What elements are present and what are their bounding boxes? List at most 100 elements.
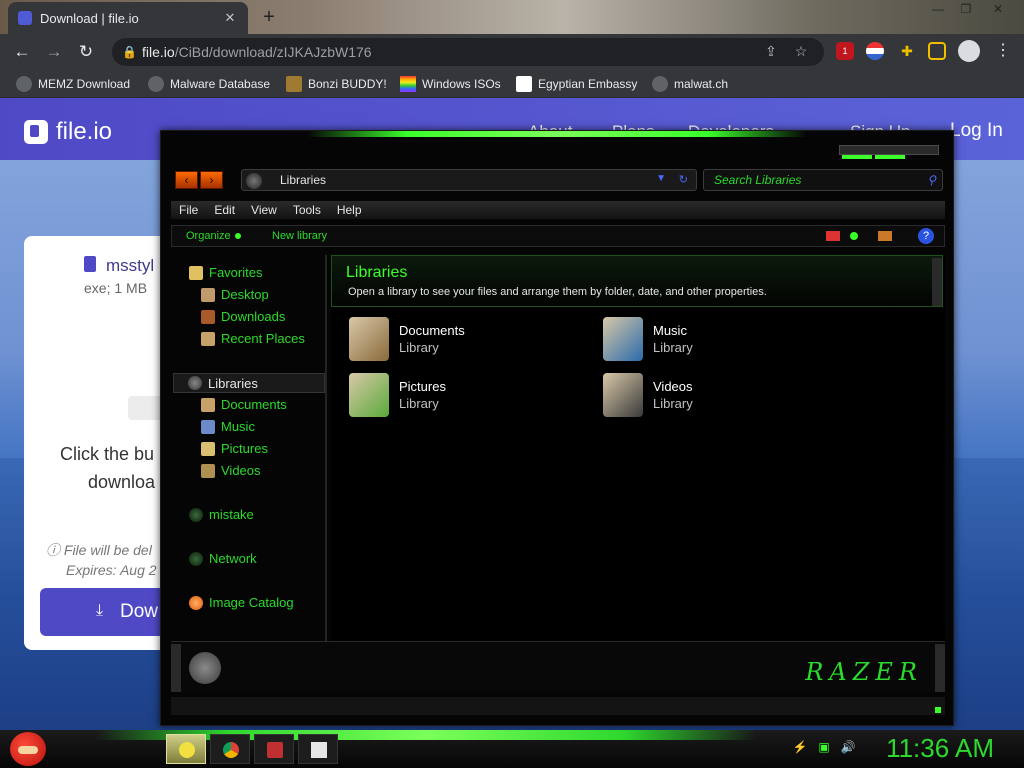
view-options-icon[interactable] (826, 231, 840, 241)
navigation-pane: Favorites Desktop Downloads Recent Place… (171, 255, 327, 645)
menu-edit[interactable]: Edit (206, 201, 243, 219)
nav-label: Recent Places (221, 331, 305, 346)
dropdown-icon[interactable]: ▼ (656, 173, 666, 184)
library-documents[interactable]: Documents Library (349, 317, 589, 363)
info-icon: ⓘ (46, 542, 64, 558)
nav-image-catalog[interactable]: Image Catalog (189, 595, 294, 610)
nav-music[interactable]: Music (201, 419, 255, 434)
browser-tab[interactable]: Download | file.io ✕ (8, 2, 248, 34)
explorer-back-button[interactable]: ‹ (175, 171, 198, 189)
puzzle-extensions-icon[interactable]: ✚ (898, 42, 916, 60)
tab-close-icon[interactable]: ✕ (222, 10, 238, 26)
taskbar-7zip[interactable] (298, 734, 338, 764)
bookmark-label: Windows ISOs (422, 77, 501, 91)
nav-label: Downloads (221, 309, 286, 324)
explorer-nav-buttons: ‹ › (175, 171, 225, 189)
library-name: Pictures (399, 379, 446, 394)
new-tab-button[interactable]: + (258, 6, 280, 28)
menu-file[interactable]: File (171, 201, 206, 219)
url-host: file.io (142, 44, 175, 60)
view-dropdown-icon[interactable] (850, 232, 858, 240)
explorer-search-input[interactable]: Search Libraries ⚲ (703, 169, 943, 191)
nav-videos[interactable]: Videos (201, 463, 261, 478)
menu-view[interactable]: View (243, 201, 285, 219)
details-pane: RAZER (171, 641, 945, 693)
chrome-menu-icon[interactable]: ⋮ (994, 42, 1012, 60)
start-button-angry-bird-icon[interactable] (10, 732, 46, 766)
share-icon[interactable]: ⇪ (762, 43, 780, 60)
search-icon[interactable]: ⚲ (927, 173, 936, 187)
nav-favorites[interactable]: Favorites (189, 265, 262, 280)
resize-grip-icon[interactable] (935, 707, 941, 713)
library-pictures[interactable]: Pictures Library (349, 373, 589, 419)
expiry-line: Expires: Aug 2 (66, 562, 157, 578)
browser-tabstrip: Download | file.io ✕ + — ❐ ✕ (0, 0, 1024, 34)
library-music[interactable]: Music Library (603, 317, 843, 363)
forward-button[interactable]: → (42, 40, 66, 64)
reload-button[interactable]: ↻ (74, 40, 98, 64)
nav-label: Favorites (209, 265, 263, 280)
battery-icon[interactable]: ▣ (816, 740, 832, 756)
taskbar-chrome[interactable] (210, 734, 250, 764)
nav-pictures[interactable]: Pictures (201, 441, 268, 456)
profile-avatar-icon[interactable] (958, 40, 980, 62)
back-button[interactable]: ← (10, 40, 34, 64)
bookmark-malwatch[interactable]: malwat.ch (652, 76, 728, 92)
nav-libraries[interactable]: Libraries (173, 373, 325, 393)
videos-icon (201, 463, 215, 478)
lock-icon[interactable]: 🔒 (122, 45, 142, 59)
nav-recent-places[interactable]: Recent Places (201, 331, 305, 346)
taskbar-explorer[interactable] (166, 734, 206, 764)
documents-library-icon (349, 317, 389, 361)
new-library-button[interactable]: New library (272, 230, 327, 242)
menu-help[interactable]: Help (329, 201, 370, 219)
menu-tools[interactable]: Tools (285, 201, 329, 219)
library-videos[interactable]: Videos Library (603, 373, 843, 419)
nav-network[interactable]: Network (189, 551, 257, 566)
url-path: /CiBd/download/zIJKAJzbW176 (174, 44, 372, 60)
sidebar-icon[interactable] (928, 42, 946, 60)
nav-label: Network (209, 551, 257, 566)
nav-label: Music (221, 419, 255, 434)
maximize-button[interactable]: ❐ (952, 2, 980, 18)
nav-downloads[interactable]: Downloads (201, 309, 285, 324)
taskbar-clock[interactable]: 11:36 AM (886, 733, 994, 764)
explorer-menu-bar: File Edit View Tools Help (171, 201, 945, 219)
fileio-logo-icon (24, 120, 48, 144)
bookmark-egyptian-embassy[interactable]: Egyptian Embassy (516, 76, 637, 92)
fileio-logo[interactable]: file.io (24, 118, 112, 146)
nav-documents[interactable]: Documents (201, 397, 287, 412)
address-text: Libraries (280, 173, 327, 187)
help-icon[interactable]: ? (918, 228, 934, 244)
bookmark-label: Malware Database (170, 77, 271, 91)
bookmark-bonzi[interactable]: Bonzi BUDDY! (286, 76, 387, 92)
library-name: Documents (399, 323, 465, 338)
wix-icon (516, 76, 532, 92)
taskbar-app[interactable] (254, 734, 294, 764)
window-caption-buttons[interactable] (839, 145, 939, 177)
chrome-icon (223, 742, 239, 758)
bookmark-windows-isos[interactable]: Windows ISOs (400, 76, 501, 92)
close-window-button[interactable]: ✕ (984, 2, 1012, 18)
explorer-address-bar[interactable]: Libraries ▼ ↻ (241, 169, 697, 191)
nav-mistake[interactable]: mistake (189, 507, 254, 522)
volume-icon[interactable]: 🔊 (840, 740, 856, 756)
address-bar[interactable]: 🔒 file.io/CiBd/download/zIJKAJzbW176 ⇪ ☆ (112, 38, 824, 66)
refresh-icon[interactable]: ↻ (679, 173, 688, 186)
details-edge (935, 644, 945, 692)
nav-log-in[interactable]: Log In (950, 120, 1003, 142)
bookmark-malware-db[interactable]: Malware Database (148, 76, 270, 92)
globe-icon (652, 76, 668, 92)
flag-extension-icon[interactable] (866, 42, 884, 60)
bookmark-star-icon[interactable]: ☆ (792, 43, 810, 60)
ublock-extension-icon[interactable]: 1 (836, 42, 854, 60)
bookmark-memz[interactable]: MEMZ Download (16, 76, 130, 92)
preview-pane-icon[interactable] (878, 231, 892, 241)
organize-button[interactable]: Organize (186, 230, 241, 242)
globe-icon (148, 76, 164, 92)
minimize-button[interactable]: — (924, 2, 952, 18)
nav-desktop[interactable]: Desktop (201, 287, 269, 302)
action-center-icon[interactable]: ⚡ (792, 740, 808, 756)
explorer-forward-button[interactable]: › (200, 171, 223, 189)
nav-label: Videos (221, 463, 261, 478)
